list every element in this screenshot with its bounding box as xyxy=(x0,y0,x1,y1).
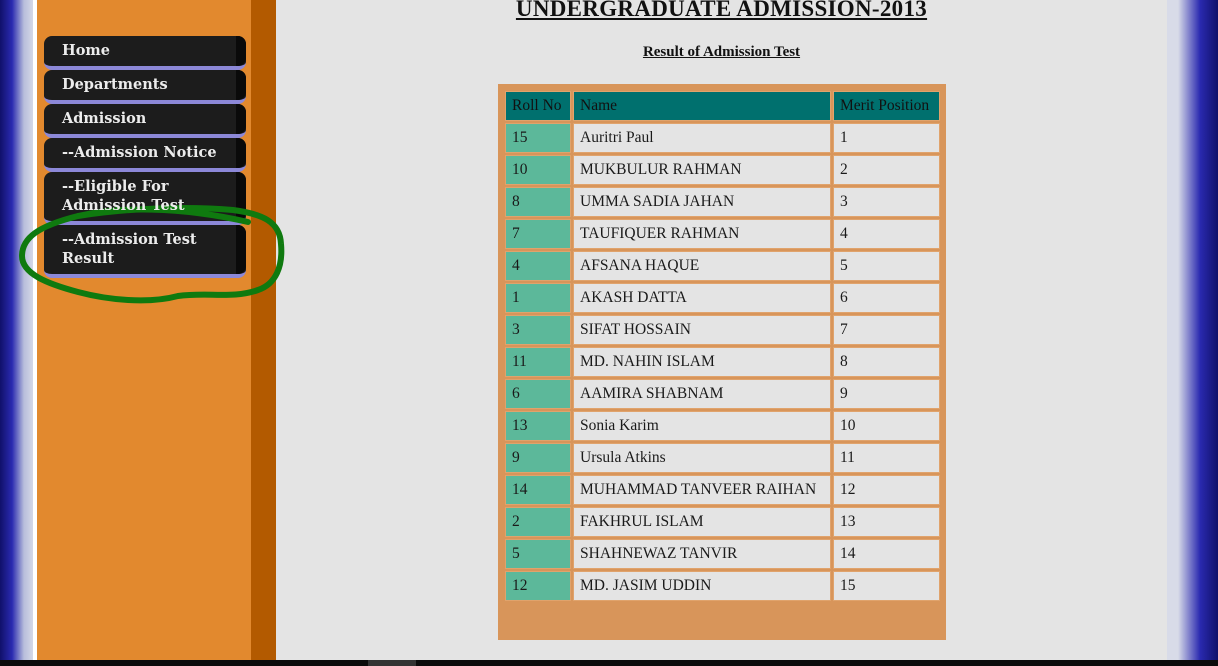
header-name: Name xyxy=(573,91,831,121)
cell-roll-no: 10 xyxy=(505,155,571,185)
cell-name: MD. JASIM UDDIN xyxy=(573,571,831,601)
table-row: 2 FAKHRUL ISLAM 13 xyxy=(505,507,940,537)
cell-roll-no: 4 xyxy=(505,251,571,281)
table-row: 7 TAUFIQUER RAHMAN 4 xyxy=(505,219,940,249)
cell-merit-position: 9 xyxy=(833,379,940,409)
cell-name: AKASH DATTA xyxy=(573,283,831,313)
cell-roll-no: 3 xyxy=(505,315,571,345)
nav-item-label: Admission xyxy=(62,110,147,127)
cell-merit-position: 3 xyxy=(833,187,940,217)
table-row: 14 MUHAMMAD TANVEER RAIHAN 12 xyxy=(505,475,940,505)
cell-roll-no: 6 xyxy=(505,379,571,409)
table-row: 12 MD. JASIM UDDIN 15 xyxy=(505,571,940,601)
page-title: UNDERGRADUATE ADMISSION-2013 xyxy=(515,0,928,21)
cell-name: UMMA SADIA JAHAN xyxy=(573,187,831,217)
cell-merit-position: 4 xyxy=(833,219,940,249)
cell-name: AFSANA HAQUE xyxy=(573,251,831,281)
cell-name: Auritri Paul xyxy=(573,123,831,153)
cell-name: Ursula Atkins xyxy=(573,443,831,473)
cell-roll-no: 15 xyxy=(505,123,571,153)
nav-item-eligible-for-admission-test[interactable]: --Eligible For Admission Test xyxy=(44,172,246,225)
cell-merit-position: 1 xyxy=(833,123,940,153)
bottom-bar xyxy=(0,660,1218,666)
header-merit-position: Merit Position xyxy=(833,91,940,121)
table-row: 6 AAMIRA SHABNAM 9 xyxy=(505,379,940,409)
cell-roll-no: 14 xyxy=(505,475,571,505)
nav-item-label: --Eligible For Admission Test xyxy=(62,178,185,214)
cell-name: MUHAMMAD TANVEER RAIHAN xyxy=(573,475,831,505)
cell-merit-position: 11 xyxy=(833,443,940,473)
cell-roll-no: 13 xyxy=(505,411,571,441)
cell-merit-position: 15 xyxy=(833,571,940,601)
cell-merit-position: 7 xyxy=(833,315,940,345)
nav-item-label: Home xyxy=(62,42,110,59)
nav-item-admission-notice[interactable]: --Admission Notice xyxy=(44,138,246,172)
cell-roll-no: 7 xyxy=(505,219,571,249)
cell-merit-position: 8 xyxy=(833,347,940,377)
cell-name: FAKHRUL ISLAM xyxy=(573,507,831,537)
results-table-frame: Roll No Name Merit Position 15 Auritri Pa… xyxy=(498,84,946,640)
cell-roll-no: 2 xyxy=(505,507,571,537)
sidebar-strip xyxy=(251,0,276,660)
cell-name: SHAHNEWAZ TANVIR xyxy=(573,539,831,569)
cell-name: MUKBULUR RAHMAN xyxy=(573,155,831,185)
cell-merit-position: 6 xyxy=(833,283,940,313)
cell-merit-position: 14 xyxy=(833,539,940,569)
table-row: 3 SIFAT HOSSAIN 7 xyxy=(505,315,940,345)
cell-roll-no: 12 xyxy=(505,571,571,601)
table-row: 8 UMMA SADIA JAHAN 3 xyxy=(505,187,940,217)
table-header-row: Roll No Name Merit Position xyxy=(505,91,940,121)
cell-merit-position: 2 xyxy=(833,155,940,185)
table-row: 10 MUKBULUR RAHMAN 2 xyxy=(505,155,940,185)
header-roll-no: Roll No xyxy=(505,91,571,121)
table-row: 4 AFSANA HAQUE 5 xyxy=(505,251,940,281)
cell-merit-position: 13 xyxy=(833,507,940,537)
nav-item-admission-test-result[interactable]: --Admission Test Result xyxy=(44,225,246,278)
cell-name: AAMIRA SHABNAM xyxy=(573,379,831,409)
cell-merit-position: 12 xyxy=(833,475,940,505)
cell-name: Sonia Karim xyxy=(573,411,831,441)
nav-item-departments[interactable]: Departments xyxy=(44,70,246,104)
table-row: 13 Sonia Karim 10 xyxy=(505,411,940,441)
cell-roll-no: 5 xyxy=(505,539,571,569)
table-row: 15 Auritri Paul 1 xyxy=(505,123,940,153)
nav-item-label: --Admission Test Result xyxy=(62,231,197,267)
bottom-bar-segment xyxy=(368,660,416,666)
cell-roll-no: 11 xyxy=(505,347,571,377)
table-row: 9 Ursula Atkins 11 xyxy=(505,443,940,473)
nav-item-label: --Admission Notice xyxy=(62,144,217,161)
cell-name: TAUFIQUER RAHMAN xyxy=(573,219,831,249)
table-row: 5 SHAHNEWAZ TANVIR 14 xyxy=(505,539,940,569)
cell-roll-no: 9 xyxy=(505,443,571,473)
cell-roll-no: 1 xyxy=(505,283,571,313)
cell-roll-no: 8 xyxy=(505,187,571,217)
nav-item-home[interactable]: Home xyxy=(44,36,246,70)
nav-item-label: Departments xyxy=(62,76,168,93)
cell-name: MD. NAHIN ISLAM xyxy=(573,347,831,377)
nav-item-admission[interactable]: Admission xyxy=(44,104,246,138)
sidebar-nav: Home Departments Admission --Admission N… xyxy=(44,36,246,278)
table-row: 1 AKASH DATTA 6 xyxy=(505,283,940,313)
page-subtitle: Result of Admission Test xyxy=(642,44,801,60)
cell-merit-position: 5 xyxy=(833,251,940,281)
results-table: Roll No Name Merit Position 15 Auritri Pa… xyxy=(503,89,942,603)
cell-merit-position: 10 xyxy=(833,411,940,441)
cell-name: SIFAT HOSSAIN xyxy=(573,315,831,345)
table-row: 11 MD. NAHIN ISLAM 8 xyxy=(505,347,940,377)
